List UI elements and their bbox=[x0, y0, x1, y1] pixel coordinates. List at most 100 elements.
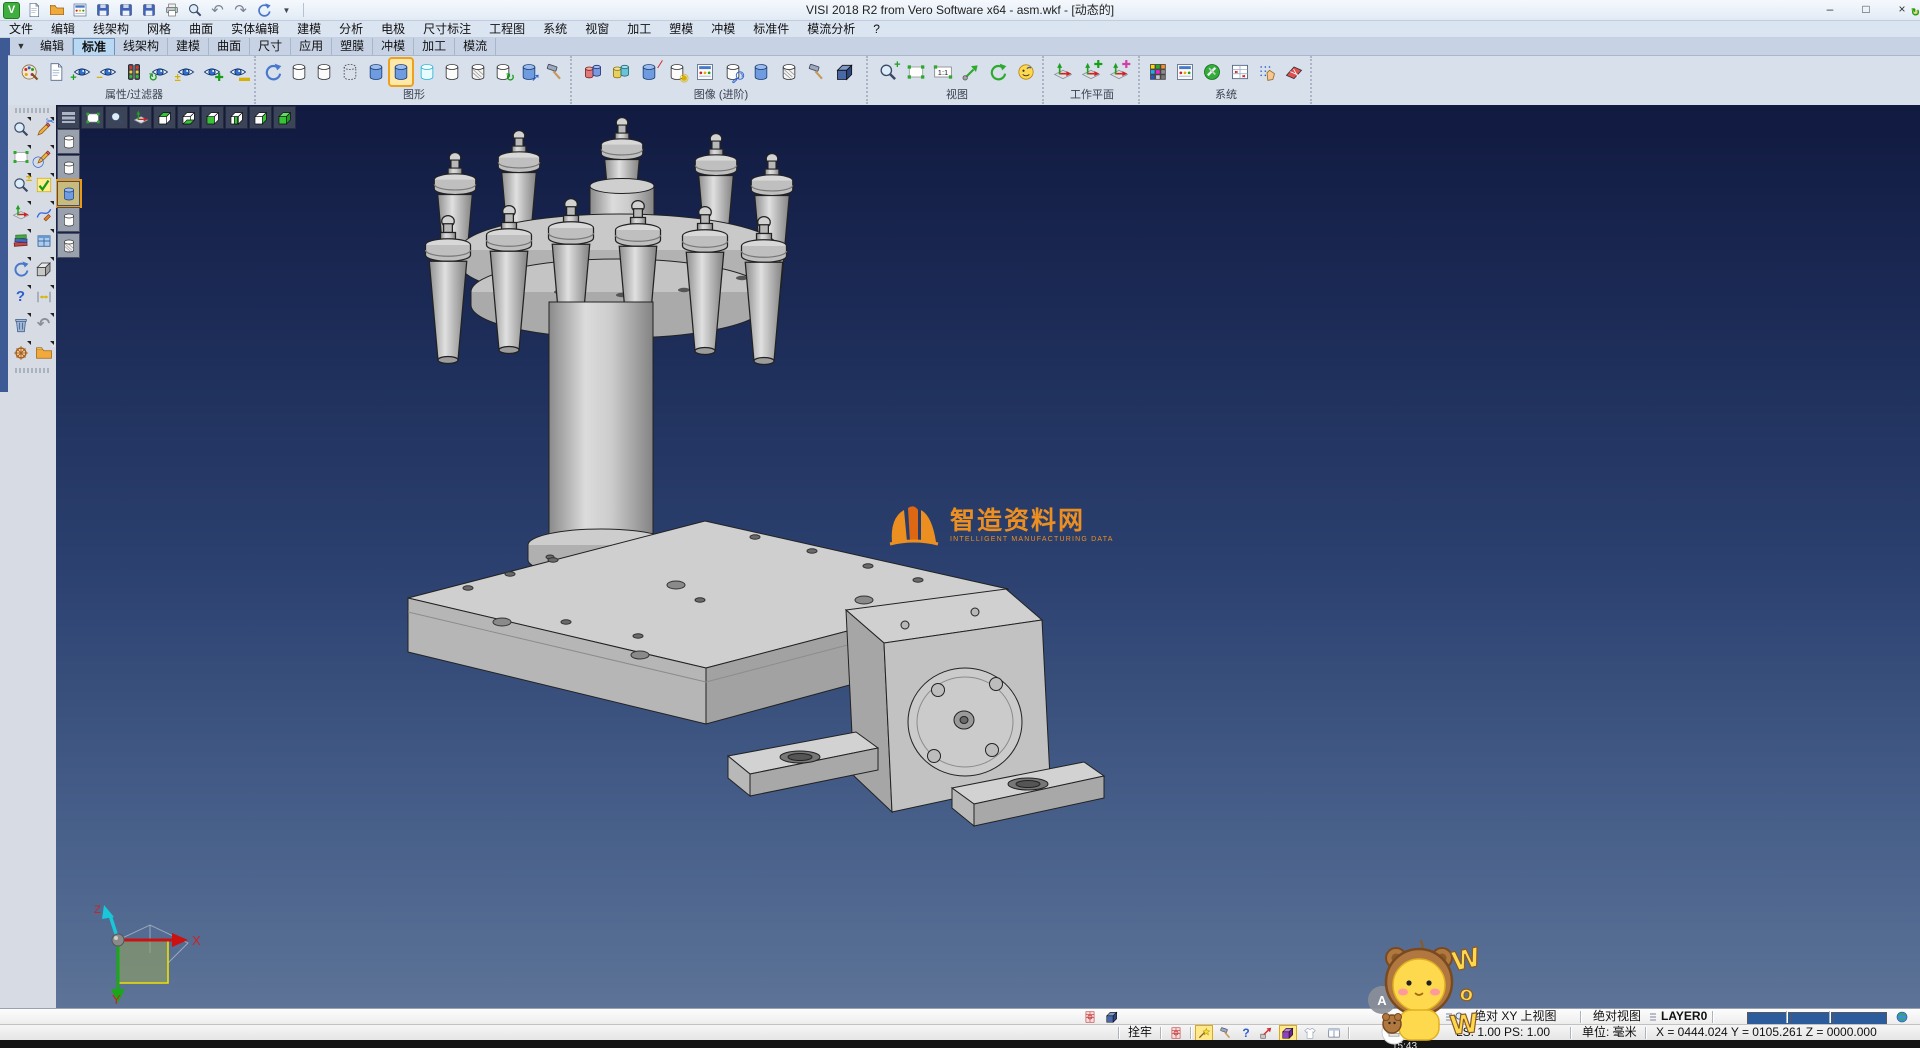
menu-item-system[interactable]: 系统 bbox=[534, 21, 576, 37]
selection-filter-icon[interactable] bbox=[9, 116, 32, 141]
tools-hammer-icon[interactable] bbox=[1218, 1026, 1234, 1040]
delete-entities-icon[interactable]: ✂ bbox=[32, 116, 55, 141]
attributes-palette-icon[interactable] bbox=[18, 59, 41, 85]
zoom-window-icon[interactable] bbox=[904, 59, 929, 85]
cylinder-dynamic-icon[interactable]: ➚ bbox=[518, 59, 541, 85]
view-bottom-icon[interactable] bbox=[177, 106, 200, 129]
menu-item-mesh[interactable]: 网格 bbox=[138, 21, 180, 37]
zoom-extents-icon[interactable] bbox=[959, 59, 984, 85]
profile-icon[interactable] bbox=[1082, 1010, 1098, 1024]
cylinder-wireframe-icon[interactable] bbox=[288, 59, 311, 85]
multi-shade-icon[interactable] bbox=[608, 59, 633, 85]
workplane-align-icon[interactable]: ✚ bbox=[1078, 59, 1103, 85]
visi-logo[interactable]: V bbox=[3, 2, 20, 19]
menu-item-file[interactable]: 文件 bbox=[0, 21, 42, 37]
shade-flat-icon[interactable] bbox=[57, 207, 80, 232]
menu-item-window[interactable]: 视窗 bbox=[576, 21, 618, 37]
view-list-icon[interactable] bbox=[57, 106, 80, 129]
zoom-in-icon[interactable]: + bbox=[876, 59, 901, 85]
new-file-icon[interactable] bbox=[24, 2, 43, 19]
toggle-visibility-icon[interactable]: ± bbox=[175, 59, 198, 85]
help-icon[interactable]: ? bbox=[1238, 1026, 1254, 1040]
tab-surface[interactable]: 曲面 bbox=[209, 38, 250, 55]
export-document-icon[interactable]: ▫ bbox=[32, 340, 55, 365]
color-table-icon[interactable] bbox=[1146, 59, 1170, 85]
zoom-selector-icon[interactable]: ± bbox=[9, 172, 32, 197]
cylinder-shaded-edges-icon[interactable] bbox=[390, 59, 413, 85]
view-back-icon[interactable] bbox=[225, 106, 248, 129]
hide-entities-icon[interactable]: − bbox=[96, 59, 119, 85]
view-rotate-face-icon[interactable] bbox=[1014, 59, 1039, 85]
menu-item-analysis[interactable]: 分析 bbox=[330, 21, 372, 37]
workplane-standard-icon[interactable] bbox=[1050, 59, 1075, 85]
filter-traffic-light-icon[interactable] bbox=[122, 59, 145, 85]
cylinder-flat-icon[interactable] bbox=[441, 59, 464, 85]
lock-toggle[interactable]: 拴牢 bbox=[1128, 1025, 1152, 1041]
workplane-entity-icon[interactable]: ✚ bbox=[1106, 59, 1131, 85]
show-all-icon[interactable]: ✚ bbox=[201, 59, 224, 85]
menu-item-drafting[interactable]: 工程图 bbox=[480, 21, 534, 37]
menu-item-electrode[interactable]: 电极 bbox=[372, 21, 414, 37]
refresh-view-icon[interactable] bbox=[986, 59, 1011, 85]
zoom-fit-icon[interactable] bbox=[81, 106, 104, 129]
tab-moldflow[interactable]: 模流 bbox=[455, 38, 496, 55]
menu-item-wireframe[interactable]: 线架构 bbox=[84, 21, 138, 37]
gallery-icon[interactable] bbox=[692, 59, 717, 85]
cylinder-hatch-icon[interactable] bbox=[467, 59, 490, 85]
viewport-3d[interactable]: 智造资料网 INTELLIGENT MANUFACTURING DATA X Y… bbox=[56, 105, 1920, 1008]
redraw-icon[interactable] bbox=[262, 59, 285, 85]
layer-table-icon[interactable] bbox=[1228, 59, 1252, 85]
preview-document-icon[interactable] bbox=[44, 59, 67, 85]
tab-modeling[interactable]: 建模 bbox=[168, 38, 209, 55]
tab-application[interactable]: 应用 bbox=[291, 38, 332, 55]
attributes-layers-icon[interactable] bbox=[9, 228, 32, 253]
confirm-icon[interactable] bbox=[32, 172, 55, 197]
delete-trash-icon[interactable] bbox=[9, 312, 32, 337]
redo-icon[interactable]: ↷ bbox=[231, 2, 250, 19]
toolbar-grip[interactable] bbox=[15, 368, 49, 373]
ucs-cube-icon[interactable] bbox=[1280, 1026, 1296, 1040]
cylinder-shaded-icon[interactable] bbox=[364, 59, 387, 85]
minimize-button[interactable]: – bbox=[1812, 0, 1848, 20]
options-tools-icon[interactable] bbox=[1200, 59, 1224, 85]
print-icon[interactable] bbox=[162, 2, 181, 19]
tab-dropdown-button[interactable]: ▼ bbox=[10, 38, 32, 55]
menu-item-dimension[interactable]: 尺寸标注 bbox=[414, 21, 480, 37]
cylinder-dashed-icon[interactable] bbox=[339, 59, 362, 85]
tab-die[interactable]: 冲模 bbox=[373, 38, 414, 55]
menu-item-edit[interactable]: 编辑 bbox=[42, 21, 84, 37]
shirt-icon[interactable] bbox=[1302, 1026, 1318, 1040]
menu-item-moldflow[interactable]: 模流分析 bbox=[798, 21, 864, 37]
shade-wireframe-icon[interactable] bbox=[57, 129, 80, 154]
open-file-icon[interactable] bbox=[47, 2, 66, 19]
zoom-window-icon[interactable] bbox=[105, 106, 128, 129]
close-button[interactable]: × bbox=[1884, 0, 1920, 20]
toolbar-grip[interactable] bbox=[15, 108, 49, 113]
menu-item-machining[interactable]: 加工 bbox=[618, 21, 660, 37]
tab-wireframe[interactable]: 线架构 bbox=[115, 38, 168, 55]
undo-icon[interactable]: ↶ bbox=[208, 2, 227, 19]
tab-machining[interactable]: 加工 bbox=[414, 38, 455, 55]
refresh-visibility-icon[interactable]: ↻ bbox=[149, 59, 172, 85]
print-preview-icon[interactable] bbox=[185, 2, 204, 19]
menu-item-mold[interactable]: 塑模 bbox=[660, 21, 702, 37]
menu-item-solid-edit[interactable]: 实体编辑 bbox=[222, 21, 288, 37]
tab-standard[interactable]: 标准 bbox=[73, 38, 115, 55]
hide-all-icon[interactable]: ▬ bbox=[227, 59, 250, 85]
workplane-axis-icon[interactable] bbox=[129, 106, 152, 129]
shade-hidden-line-icon[interactable] bbox=[57, 155, 80, 180]
snap-settings-icon[interactable] bbox=[1255, 59, 1279, 85]
layer-field[interactable]: LAYER0 bbox=[1661, 1009, 1707, 1025]
spotlight-view-icon[interactable]: ◉ bbox=[664, 59, 689, 85]
view-iso-icon[interactable] bbox=[273, 106, 296, 129]
insert-file-icon[interactable] bbox=[70, 2, 89, 19]
tab-mold[interactable]: 塑膜 bbox=[332, 38, 373, 55]
help-icon[interactable]: ? bbox=[9, 284, 32, 309]
solid-cube-icon[interactable] bbox=[32, 256, 55, 281]
magic-select-icon[interactable] bbox=[1196, 1026, 1212, 1040]
render-icon[interactable] bbox=[748, 59, 773, 85]
rectangle-select-icon[interactable] bbox=[9, 144, 32, 169]
menu-item-die[interactable]: 冲模 bbox=[702, 21, 744, 37]
tab-edit[interactable]: 编辑 bbox=[32, 38, 73, 55]
menu-item-modeling[interactable]: 建模 bbox=[288, 21, 330, 37]
